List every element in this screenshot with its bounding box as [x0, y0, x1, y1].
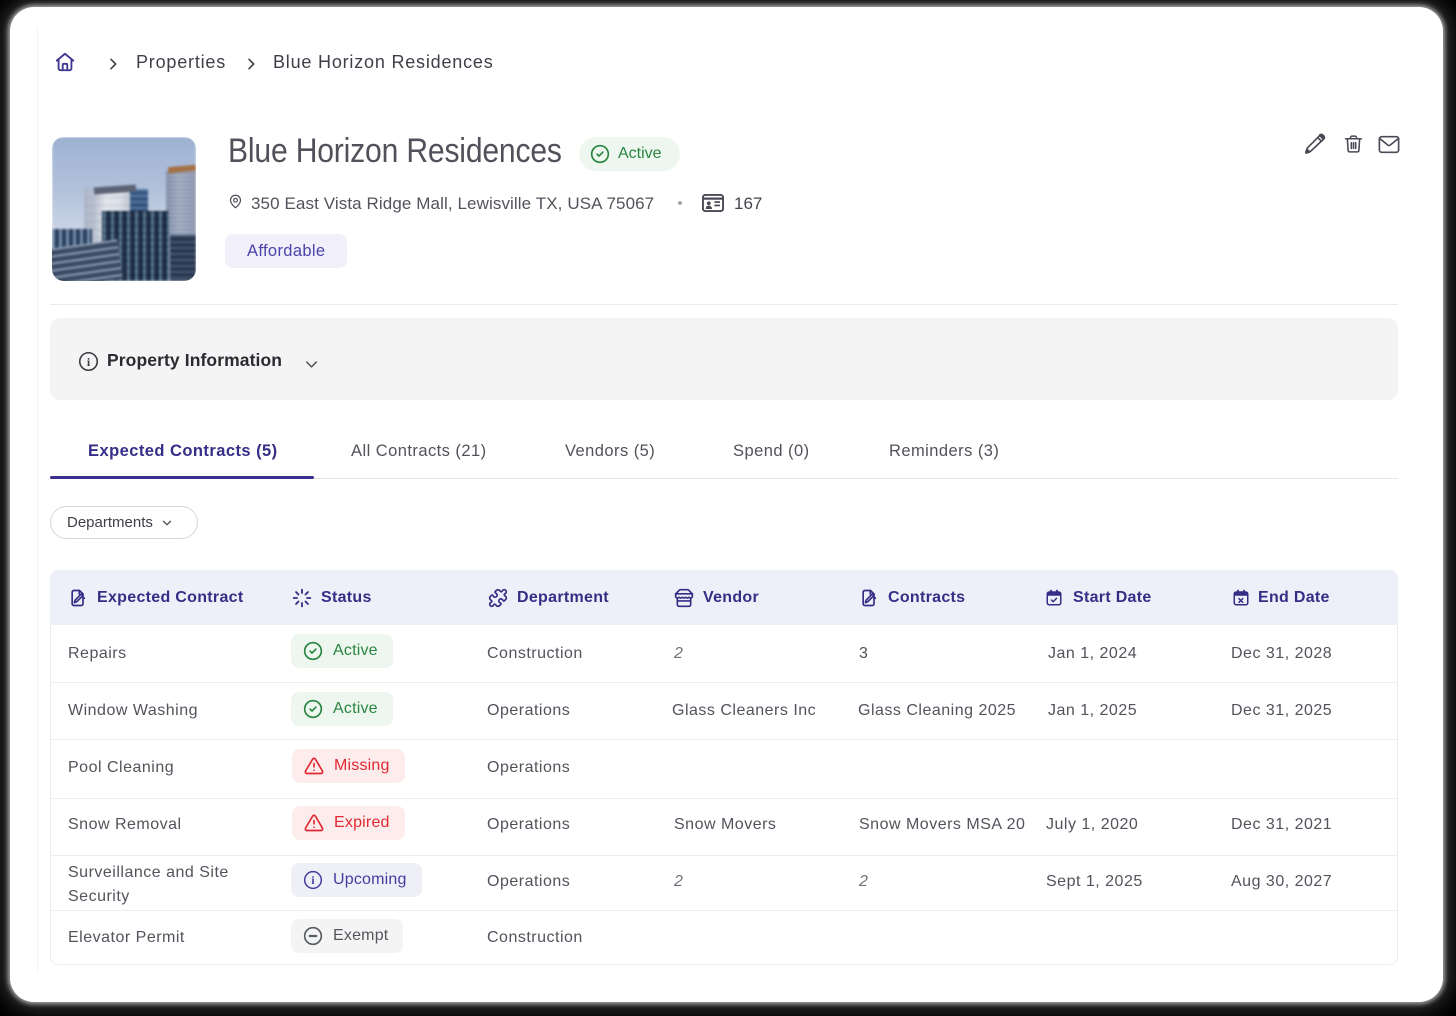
svg-text:i: i: [87, 355, 91, 369]
svg-text:i: i: [311, 875, 314, 887]
